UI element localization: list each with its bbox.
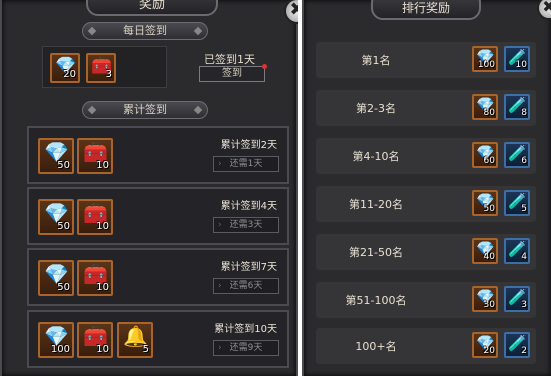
cumulative-row-7days: 💎 50 🧰 10 累计签到7天 还需6天 <box>27 248 289 306</box>
reward-gem[interactable]: 💎 20 <box>472 332 498 358</box>
chest-icon: 🧰 <box>83 140 108 164</box>
rank-name: 100+名 <box>355 340 397 353</box>
reward-potion[interactable]: 🧪 2 <box>504 332 530 358</box>
item-count: 40 <box>483 252 495 262</box>
rank-name: 第11-20名 <box>349 198 403 211</box>
reward-potion[interactable]: 🧪 4 <box>504 238 530 264</box>
cumulative-label: 累计签到10天 <box>214 324 277 335</box>
item-count: 50 <box>483 204 495 214</box>
item-count: 10 <box>96 221 109 232</box>
signed-status: 已签到1天 <box>204 53 255 66</box>
item-count: 4 <box>521 252 527 262</box>
reward-gem[interactable]: 💎 100 <box>472 46 498 72</box>
bell-icon: 🔔 <box>123 324 148 348</box>
sign-in-button[interactable]: 签到 <box>199 64 267 82</box>
daily-reward-chest[interactable]: 🧰 3 <box>86 53 116 83</box>
rank-name: 第21-50名 <box>349 246 403 259</box>
reward-potion[interactable]: 🧪 6 <box>504 142 530 168</box>
reward-potion[interactable]: 🧪 8 <box>504 94 530 120</box>
reward-gem[interactable]: 💎 50 <box>38 260 74 296</box>
rank-row-1: 第1名 💎 100 🧪 10 <box>316 42 536 78</box>
item-count: 10 <box>96 160 109 171</box>
item-count: 20 <box>63 69 76 80</box>
rewards-title: 奖励 <box>86 0 218 16</box>
reward-potion[interactable]: 🧪 5 <box>504 190 530 216</box>
days-remaining-button[interactable]: 还需1天 <box>213 156 279 172</box>
chest-icon: 🧰 <box>83 262 108 286</box>
cumulative-row-10days: 💎 100 🧰 10 🔔 5 累计签到10天 还需9天 <box>27 310 289 368</box>
rank-name: 第2-3名 <box>356 102 396 115</box>
item-count: 50 <box>57 221 70 232</box>
item-count: 2 <box>521 346 527 356</box>
days-remaining-button[interactable]: 还需9天 <box>213 340 279 356</box>
reward-gem[interactable]: 💎 50 <box>38 199 74 235</box>
item-count: 80 <box>483 108 495 118</box>
item-count: 100 <box>477 60 495 70</box>
signin-rewards-panel: 每日签到 💎 20 🧰 3 已签到1天 签到 累计签到 💎 50 🧰 10 累计… <box>0 0 298 376</box>
item-count: 3 <box>521 300 527 310</box>
item-count: 10 <box>96 282 109 293</box>
daily-reward-box: 💎 20 🧰 3 <box>42 46 167 88</box>
reward-potion[interactable]: 🧪 10 <box>504 46 530 72</box>
chest-icon: 🧰 <box>83 324 108 348</box>
reward-potion[interactable]: 🧪 3 <box>504 286 530 312</box>
item-count: 10 <box>515 60 527 70</box>
item-count: 60 <box>483 156 495 166</box>
rank-row-3: 第4-10名 💎 60 🧪 6 <box>316 138 536 174</box>
reward-chest[interactable]: 🧰 10 <box>77 260 113 296</box>
reward-gem[interactable]: 💎 100 <box>38 322 74 358</box>
reward-gem[interactable]: 💎 50 <box>38 138 74 174</box>
reward-gem[interactable]: 💎 40 <box>472 238 498 264</box>
item-count: 3 <box>105 69 112 80</box>
rank-name: 第4-10名 <box>352 150 400 163</box>
reward-chest[interactable]: 🧰 10 <box>77 199 113 235</box>
daily-signin-header: 每日签到 <box>82 22 208 40</box>
cumulative-signin-header: 累计签到 <box>82 101 208 119</box>
gem-icon: 💎 <box>44 262 69 286</box>
gem-icon: 💎 <box>44 140 69 164</box>
item-count: 50 <box>57 160 70 171</box>
reward-chest[interactable]: 🧰 10 <box>77 322 113 358</box>
gem-icon: 💎 <box>44 324 69 348</box>
item-count: 5 <box>142 344 149 355</box>
days-remaining-button[interactable]: 还需3天 <box>213 217 279 233</box>
reward-gem[interactable]: 💎 30 <box>472 286 498 312</box>
rank-row-7: 100+名 💎 20 🧪 2 <box>316 328 536 364</box>
item-count: 6 <box>521 156 527 166</box>
notification-dot-icon <box>262 64 267 69</box>
cumulative-label: 累计签到4天 <box>220 201 277 212</box>
rank-row-2: 第2-3名 💎 80 🧪 8 <box>316 90 536 126</box>
reward-bell[interactable]: 🔔 5 <box>117 322 153 358</box>
reward-chest[interactable]: 🧰 10 <box>77 138 113 174</box>
cumulative-row-2days: 💎 50 🧰 10 累计签到2天 还需1天 <box>27 126 289 184</box>
chest-icon: 🧰 <box>83 201 108 225</box>
reward-gem[interactable]: 💎 50 <box>472 190 498 216</box>
rank-row-5: 第21-50名 💎 40 🧪 4 <box>316 234 536 270</box>
rank-name: 第51-100名 <box>345 294 407 307</box>
rank-row-6: 第51-100名 💎 30 🧪 3 <box>316 282 536 318</box>
days-remaining-button[interactable]: 还需6天 <box>213 278 279 294</box>
cumulative-label: 累计签到7天 <box>220 262 277 273</box>
cumulative-label: 累计签到2天 <box>220 140 277 151</box>
reward-gem[interactable]: 💎 60 <box>472 142 498 168</box>
item-count: 30 <box>483 300 495 310</box>
daily-reward-gem[interactable]: 💎 20 <box>50 53 80 83</box>
item-count: 50 <box>57 282 70 293</box>
item-count: 8 <box>521 108 527 118</box>
cumulative-row-4days: 💎 50 🧰 10 累计签到4天 还需3天 <box>27 187 289 245</box>
rank-row-4: 第11-20名 💎 50 🧪 5 <box>316 186 536 222</box>
gem-icon: 💎 <box>44 201 69 225</box>
game-ui-root: 每日签到 💎 20 🧰 3 已签到1天 签到 累计签到 💎 50 🧰 10 累计… <box>0 0 551 376</box>
item-count: 10 <box>96 344 109 355</box>
sign-in-button-label: 签到 <box>222 68 242 79</box>
item-count: 20 <box>483 346 495 356</box>
ranking-rewards-title: 排行奖励 <box>371 0 481 20</box>
rank-name: 第1名 <box>361 54 391 67</box>
item-count: 5 <box>521 204 527 214</box>
item-count: 100 <box>50 344 70 355</box>
reward-gem[interactable]: 💎 80 <box>472 94 498 120</box>
